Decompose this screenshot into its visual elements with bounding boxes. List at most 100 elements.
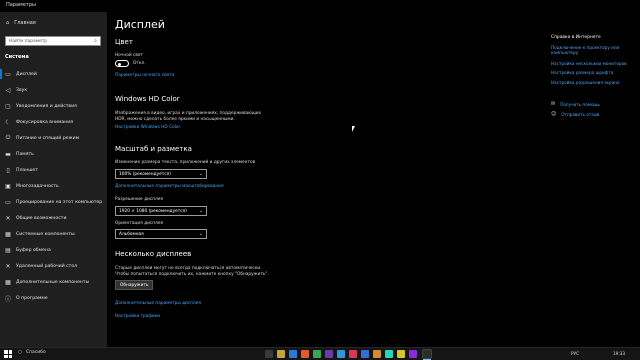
advanced-scaling-link[interactable]: Дополнительные параметры масштабирования (115, 184, 224, 189)
get-help-label: Получить помощь (560, 101, 600, 107)
sidebar-item-notifications[interactable]: ▢ Уведомления и действия (0, 100, 107, 112)
related-link[interactable]: Подключение к проектору или компьютеру (551, 45, 640, 55)
file-explorer-icon[interactable] (277, 350, 285, 358)
app-icon[interactable] (361, 350, 369, 358)
related-link[interactable]: Настройка нескольких мониторов (551, 61, 627, 66)
clock[interactable]: 19:33 (613, 351, 625, 356)
search-placeholder: Найти параметр (9, 39, 48, 44)
taskbar: ○ Спасибо РУС 19:33 (0, 347, 640, 360)
sidebar-item-label: Системные компоненты (16, 231, 75, 237)
night-light-toggle[interactable] (115, 60, 129, 67)
sidebar-item-projecting[interactable]: ▭ Проецирование на этот компьютер (0, 196, 107, 208)
help-chat-icon: ✉ (551, 101, 556, 107)
sidebar-item-sound[interactable]: ◁ Звук (0, 84, 107, 96)
search-icon: ⌕ (94, 38, 97, 44)
sidebar-item-shared[interactable]: ✕ Общие возможности (0, 212, 107, 224)
sidebar-item-label: О программе (16, 295, 48, 301)
app-icon[interactable] (337, 350, 345, 358)
sidebar-item-about[interactable]: ⓘ О программе (0, 292, 107, 304)
advanced-display-settings-link[interactable]: Дополнительные параметры дисплея (115, 301, 201, 306)
sidebar-item-focus[interactable]: ☾ Фокусировка внимания (0, 116, 107, 128)
app-icon[interactable] (349, 350, 357, 358)
share-icon: ✕ (5, 214, 11, 222)
sidebar-item-components[interactable]: ▦ Системные компоненты (0, 228, 107, 240)
night-light-label: Ночной свет (115, 53, 144, 58)
hdr-heading: Windows HD Color (115, 95, 180, 103)
orientation-value: Альбомная (119, 232, 144, 237)
sidebar-item-clipboard[interactable]: ▤ Буфер обмена (0, 244, 107, 256)
remote-desktop-icon: ✕ (5, 262, 11, 270)
app-icon[interactable] (373, 350, 381, 358)
night-light-settings-link[interactable]: Параметры ночного света (115, 73, 174, 78)
home-link[interactable]: ⌂ Главная (6, 20, 36, 26)
sidebar-item-power[interactable]: ⏻ Питание и спящий режим (0, 132, 107, 144)
home-label: Главная (14, 20, 36, 26)
search-box[interactable]: Найти параметр ⌕ (5, 36, 101, 46)
scale-value: 100% (рекомендуется) (119, 172, 171, 177)
related-link[interactable]: Настройка разрешения экрана (551, 80, 620, 85)
sidebar-item-label: Удаленный рабочий стол (16, 263, 78, 269)
language-indicator[interactable]: РУС (571, 351, 579, 356)
multiple-displays-desc-line2: Чтобы попытаться подключить их, нажмите … (115, 272, 269, 277)
sidebar-item-label: Звук (16, 87, 28, 93)
extra-components-icon: ▦ (5, 278, 11, 286)
task-view-icon[interactable] (265, 350, 273, 358)
resolution-value: 1920 × 1080 (рекомендуется) (119, 209, 187, 214)
multiple-displays-heading: Несколько дисплеев (115, 250, 192, 258)
resolution-dropdown[interactable]: 1920 × 1080 (рекомендуется) ⌄ (115, 206, 207, 216)
taskbar-search[interactable]: ○ Спасибо (18, 350, 46, 355)
start-button[interactable] (4, 350, 12, 358)
resolution-label: Разрешение дисплея (115, 197, 163, 202)
sidebar-item-storage[interactable]: ▬ Память (0, 148, 107, 160)
storage-icon: ▬ (5, 150, 11, 158)
app-icon[interactable] (385, 350, 393, 358)
sidebar-item-label: Многозадачность (16, 183, 59, 189)
scale-label: Изменение размера текста, приложений и д… (115, 160, 256, 165)
night-light-state: Откл. (133, 61, 146, 66)
scale-heading: Масштаб и разметка (115, 145, 192, 153)
sidebar-item-label: Общие возможности (16, 215, 67, 221)
hdr-description-line2: HDR, можно сделать более яркими и насыще… (115, 117, 235, 122)
detect-button-label: Обнаружить (120, 283, 149, 288)
graphics-settings-link[interactable]: Настройки графики (115, 314, 160, 319)
app-icon[interactable] (313, 350, 321, 358)
projector-icon: ▭ (5, 198, 11, 206)
mouse-cursor (352, 126, 355, 132)
sidebar-item-label: Проецирование на этот компьютер (16, 199, 103, 205)
sidebar-item-label: Планшет (16, 167, 38, 173)
sidebar: ⌂ Главная Найти параметр ⌕ Система ▭ Дис… (0, 12, 107, 347)
info-icon: ⓘ (4, 295, 11, 303)
notification-icon: ▢ (5, 102, 11, 110)
search-icon: ○ (18, 350, 22, 355)
detect-button[interactable]: Обнаружить (115, 280, 153, 290)
give-feedback-link[interactable]: ☺ Отправить отзыв (551, 111, 599, 117)
edge-browser-icon[interactable] (289, 350, 297, 358)
page-title: Дисплей (115, 18, 165, 31)
scale-dropdown[interactable]: 100% (рекомендуется) ⌄ (115, 169, 207, 179)
related-link[interactable]: Настройка размера шрифта (551, 70, 613, 75)
sidebar-item-label: Питание и спящий режим (16, 135, 80, 141)
clipboard-icon: ▤ (5, 246, 11, 254)
sidebar-item-tablet[interactable]: ▯ Планшет (0, 164, 107, 176)
settings-app-icon[interactable] (422, 349, 432, 360)
sidebar-item-label: Уведомления и действия (16, 103, 77, 109)
sidebar-item-multitasking[interactable]: ▣ Многозадачность (0, 180, 107, 192)
chevron-down-icon: ⌄ (198, 208, 203, 214)
sidebar-item-label: Дисплей (16, 71, 37, 77)
firefox-icon[interactable] (301, 350, 309, 358)
get-help-link[interactable]: ✉ Получить помощь (551, 101, 600, 107)
app-icon[interactable] (409, 350, 417, 358)
home-icon: ⌂ (6, 20, 10, 26)
hdr-settings-link[interactable]: Настройки Windows HD Color (115, 125, 180, 130)
sidebar-item-extra-components[interactable]: ▦ Дополнительные компоненты (0, 276, 107, 288)
multiple-displays-desc-line1: Старые дисплеи могут не всегда подключат… (115, 266, 262, 271)
power-icon: ⏻ (5, 134, 11, 141)
app-icon[interactable] (325, 350, 333, 358)
sidebar-item-display[interactable]: ▭ Дисплей (0, 68, 107, 80)
monitor-icon: ▭ (5, 70, 11, 78)
window-title: Параметры (6, 2, 36, 8)
orientation-dropdown[interactable]: Альбомная ⌄ (115, 229, 207, 239)
app-icon[interactable] (397, 350, 405, 358)
sidebar-item-remote-desktop[interactable]: ✕ Удаленный рабочий стол (0, 260, 107, 272)
sidebar-item-label: Память (16, 151, 34, 157)
